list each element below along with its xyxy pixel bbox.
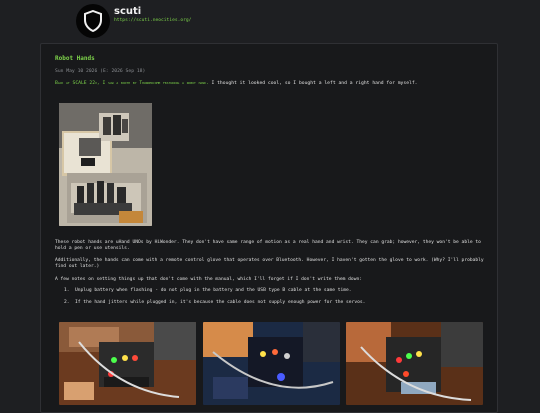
- paragraph-3: A few notes on setting things up that do…: [55, 277, 362, 282]
- list-item: 2. If the hand jitters while plugged in,…: [55, 300, 489, 306]
- paragraph-2: Additionally, the hands can come with a …: [55, 258, 484, 269]
- site-url-link[interactable]: https://scuti.neocities.org/: [114, 18, 191, 23]
- site-logo[interactable]: [76, 4, 110, 38]
- gallery-photo-1[interactable]: [59, 322, 196, 405]
- post-date: Sun May 10 2026 (E: 2026 Sep 18): [55, 69, 146, 74]
- post-title[interactable]: Robot Hands: [55, 55, 95, 62]
- paragraph-1: These robot hands are uHand UNOs by HiWo…: [55, 240, 481, 251]
- gallery-photo-3[interactable]: [346, 322, 483, 405]
- photo-gallery: [59, 322, 483, 405]
- shield-icon: [84, 10, 102, 32]
- gallery-image-2: [203, 322, 340, 405]
- gallery-photo-2[interactable]: [203, 322, 340, 405]
- list-item-text: Unplug battery when flashing - do not pl…: [75, 288, 352, 293]
- robot-hands-box-photo[interactable]: [59, 103, 152, 226]
- gallery-image-1: [59, 322, 196, 405]
- list-number: 2.: [64, 300, 70, 305]
- robot-hands-box-image: [59, 103, 152, 226]
- list-item-text: If the hand jitters while plugged in, it…: [75, 300, 366, 305]
- intro-text: I thought it looked cool, so I bought a …: [208, 81, 418, 86]
- site-header: scuti https://scuti.neocities.org/: [0, 0, 540, 42]
- gallery-image-3: [346, 322, 483, 405]
- list-item: 1. Unplug battery when flashing - do not…: [55, 288, 489, 294]
- list-number: 1.: [64, 288, 70, 293]
- site-title[interactable]: scuti: [114, 6, 141, 17]
- scale-booth-link[interactable]: Back at SCALE 22x, I saw a booth by Thun…: [55, 81, 209, 86]
- setup-notes-list: 1. Unplug battery when flashing - do not…: [55, 288, 489, 312]
- post-intro: Back at SCALE 22x, I saw a booth by Thun…: [55, 81, 490, 86]
